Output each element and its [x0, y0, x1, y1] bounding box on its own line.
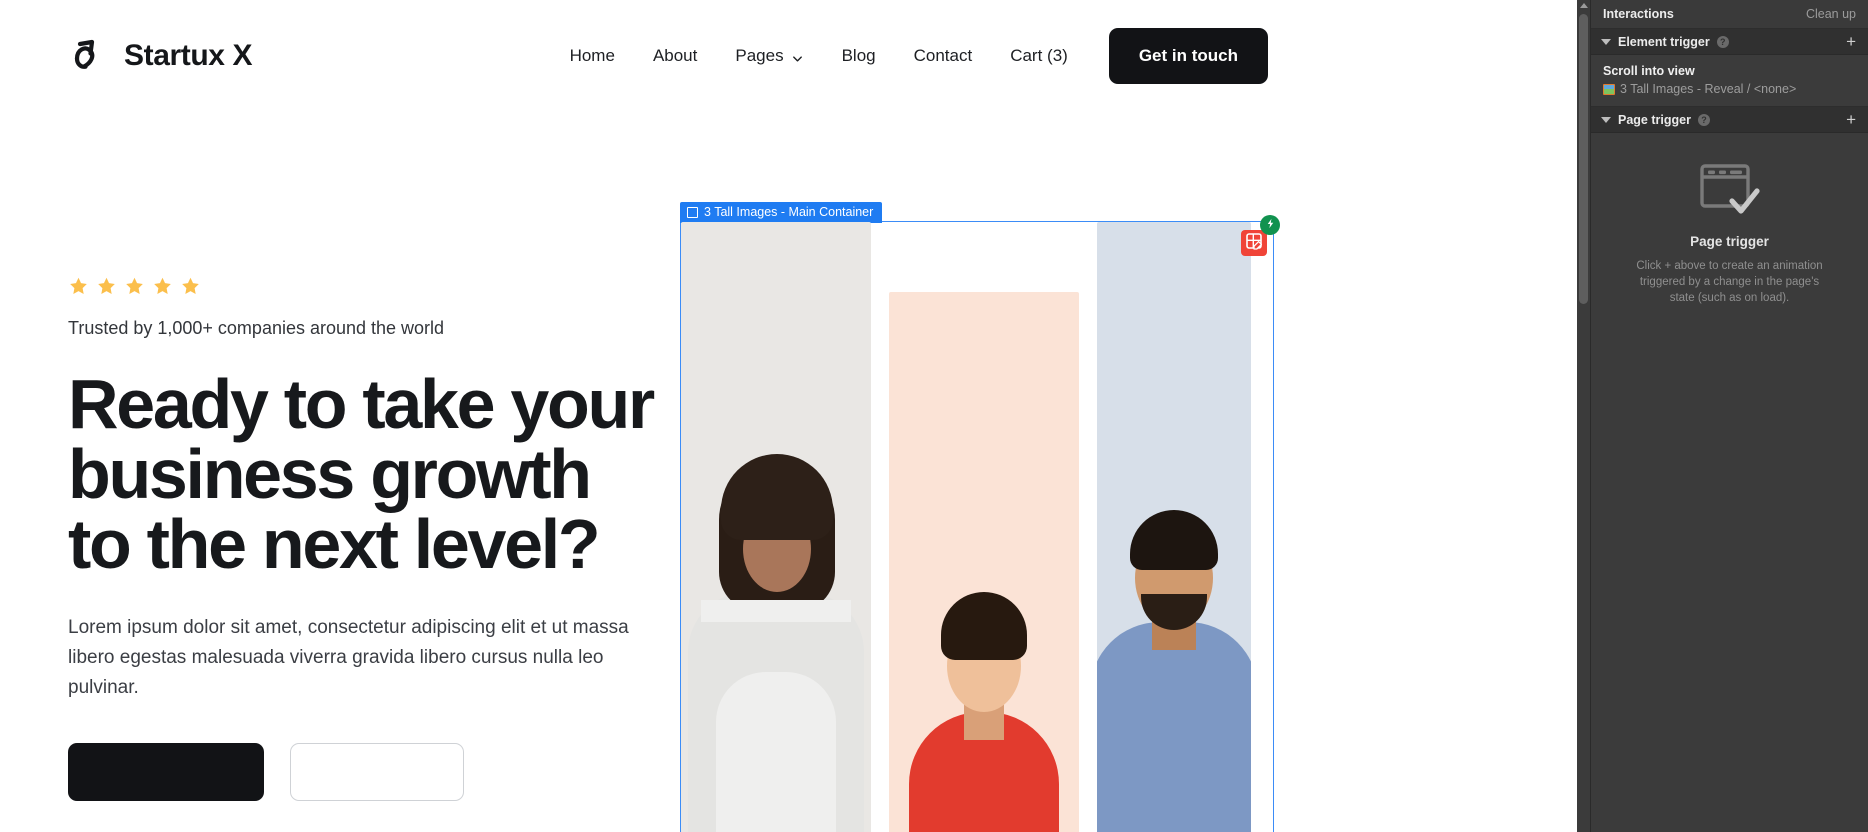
interactions-panel-header: Interactions Clean up	[1591, 0, 1868, 29]
trusted-text: Trusted by 1,000+ companies around the w…	[68, 318, 445, 338]
nav-item-label: Pages	[735, 46, 784, 65]
add-element-trigger-button[interactable]: +	[1844, 33, 1858, 50]
nav-item-label: Blog	[841, 46, 876, 65]
site-navbar: Startux X Home About Pages Blog Contact …	[0, 0, 1336, 112]
trigger-detail-text: 3 Tall Images - Reveal / <none>	[1620, 82, 1797, 96]
nav-item-home[interactable]: Home	[551, 46, 634, 66]
empty-state-description: Click + above to create an animation tri…	[1636, 260, 1823, 304]
empty-state-title: Page trigger	[1690, 234, 1769, 249]
page-trigger-empty-state: Page trigger Click + above to create an …	[1591, 133, 1868, 832]
nav-item-cart[interactable]: Cart (3)	[991, 46, 1087, 66]
nav-item-label: Cart (3)	[1010, 46, 1068, 65]
hero-secondary-button[interactable]	[290, 743, 464, 801]
help-icon[interactable]: ?	[1697, 113, 1710, 126]
star-icon	[124, 276, 145, 297]
star-icon	[180, 276, 201, 297]
trigger-name: Scroll into view	[1603, 64, 1695, 78]
chevron-down-icon[interactable]	[1601, 38, 1611, 45]
arrow-swoosh-logo	[68, 36, 110, 76]
hero-paragraph: Lorem ipsum dolor sit amet, consectetur …	[68, 617, 629, 698]
lightning-bolt-icon	[1265, 216, 1276, 234]
nav-item-contact[interactable]: Contact	[895, 46, 992, 66]
selection-label: 3 Tall Images - Main Container	[680, 202, 883, 223]
nav-item-label: Contact	[913, 46, 973, 65]
trigger-list-item[interactable]: Scroll into view 3 Tall Images - Reveal …	[1591, 55, 1868, 107]
nav-item-about[interactable]: About	[634, 46, 716, 66]
website-preview: Startux X Home About Pages Blog Contact …	[0, 0, 1336, 832]
help-icon[interactable]: ?	[1716, 35, 1729, 48]
element-trigger-section-header[interactable]: Element trigger ? +	[1591, 29, 1868, 55]
star-icon	[152, 276, 173, 297]
interactions-panel: Interactions Clean up Element trigger ? …	[1590, 0, 1868, 832]
tall-image-2[interactable]	[889, 292, 1079, 832]
image-thumbnail-icon	[1603, 83, 1615, 95]
three-tall-images-container[interactable]: 3 Tall Images - Main Container	[680, 202, 1280, 832]
chevron-down-icon[interactable]	[1601, 116, 1611, 123]
component-edit-icon	[1245, 232, 1263, 255]
design-canvas[interactable]: Startux X Home About Pages Blog Contact …	[0, 0, 1590, 832]
scroll-up-arrow-icon[interactable]	[1580, 3, 1588, 8]
browser-check-icon	[1699, 163, 1761, 234]
nav-item-pages[interactable]: Pages	[716, 46, 822, 66]
interaction-badge[interactable]	[1260, 215, 1280, 235]
trigger-detail-row: 3 Tall Images - Reveal / <none>	[1603, 82, 1856, 96]
hero-text-block: Trusted by 1,000+ companies around the w…	[68, 276, 668, 801]
hero-primary-button[interactable]	[68, 743, 264, 801]
add-page-trigger-button[interactable]: +	[1844, 111, 1858, 128]
brand-logo-link[interactable]: Startux X	[68, 36, 253, 76]
nav-item-label: Home	[569, 46, 615, 65]
chevron-down-icon	[791, 50, 804, 63]
star-icon	[96, 276, 117, 297]
page-trigger-title: Page trigger	[1618, 112, 1691, 127]
page-title: Ready to take your business growth to th…	[68, 365, 655, 583]
brand-name: Startux X	[124, 39, 253, 72]
page-trigger-section-header[interactable]: Page trigger ? +	[1591, 107, 1868, 133]
star-icon	[68, 276, 89, 297]
element-trigger-title: Element trigger	[1618, 34, 1710, 49]
panel-title: Interactions	[1603, 7, 1674, 21]
selection-label-text: 3 Tall Images - Main Container	[704, 205, 874, 219]
scrollbar-thumb[interactable]	[1579, 14, 1588, 304]
element-box-icon	[687, 206, 698, 218]
webflow-designer: Startux X Home About Pages Blog Contact …	[0, 0, 1868, 832]
nav-item-label: About	[652, 46, 698, 65]
hero-actions	[68, 743, 668, 801]
get-in-touch-button[interactable]: Get in touch	[1108, 28, 1268, 84]
tall-image-1[interactable]	[681, 222, 871, 832]
canvas-scrollbar[interactable]	[1577, 0, 1590, 832]
star-rating	[68, 276, 668, 297]
component-badge[interactable]	[1241, 230, 1267, 256]
primary-navigation: Home About Pages Blog Contact Cart (3) G…	[551, 28, 1268, 84]
tall-image-3[interactable]	[1097, 222, 1251, 832]
clean-up-button[interactable]: Clean up	[1806, 7, 1856, 21]
nav-item-blog[interactable]: Blog	[823, 46, 895, 66]
